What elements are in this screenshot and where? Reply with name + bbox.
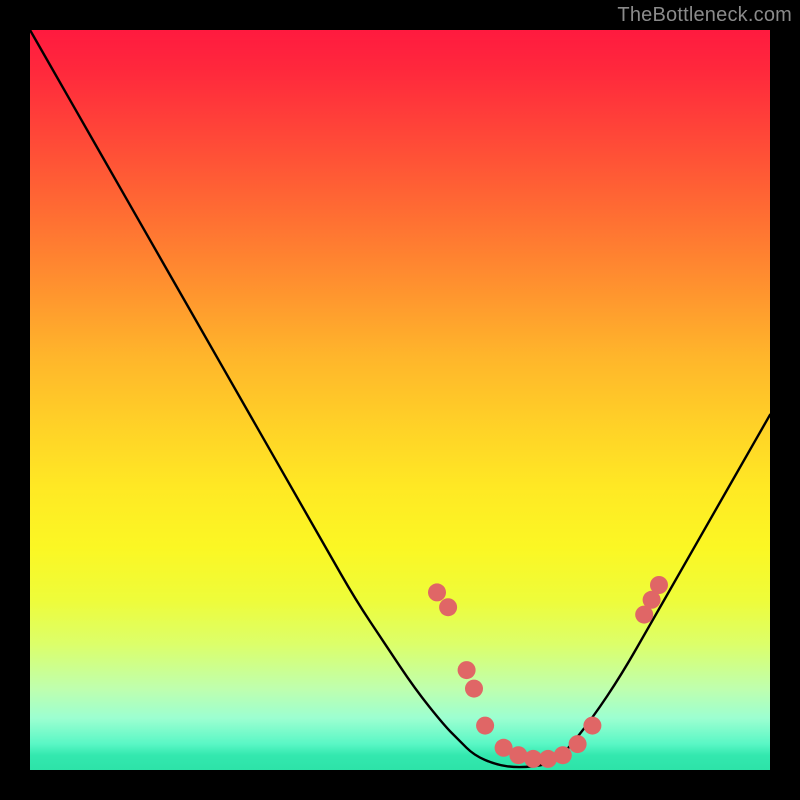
chart-frame: TheBottleneck.com (0, 0, 800, 800)
highlight-dot (439, 598, 457, 616)
highlight-dot (476, 717, 494, 735)
highlight-dot (465, 680, 483, 698)
highlight-dot (569, 735, 587, 753)
bottleneck-curve (30, 30, 770, 767)
plot-area (30, 30, 770, 770)
highlight-dot (458, 661, 476, 679)
highlight-dot (583, 717, 601, 735)
curve-overlay (30, 30, 770, 770)
highlight-dot (554, 746, 572, 764)
highlight-dots (428, 576, 668, 768)
highlight-dot (650, 576, 668, 594)
watermark-text: TheBottleneck.com (617, 4, 792, 27)
highlight-dot (428, 583, 446, 601)
